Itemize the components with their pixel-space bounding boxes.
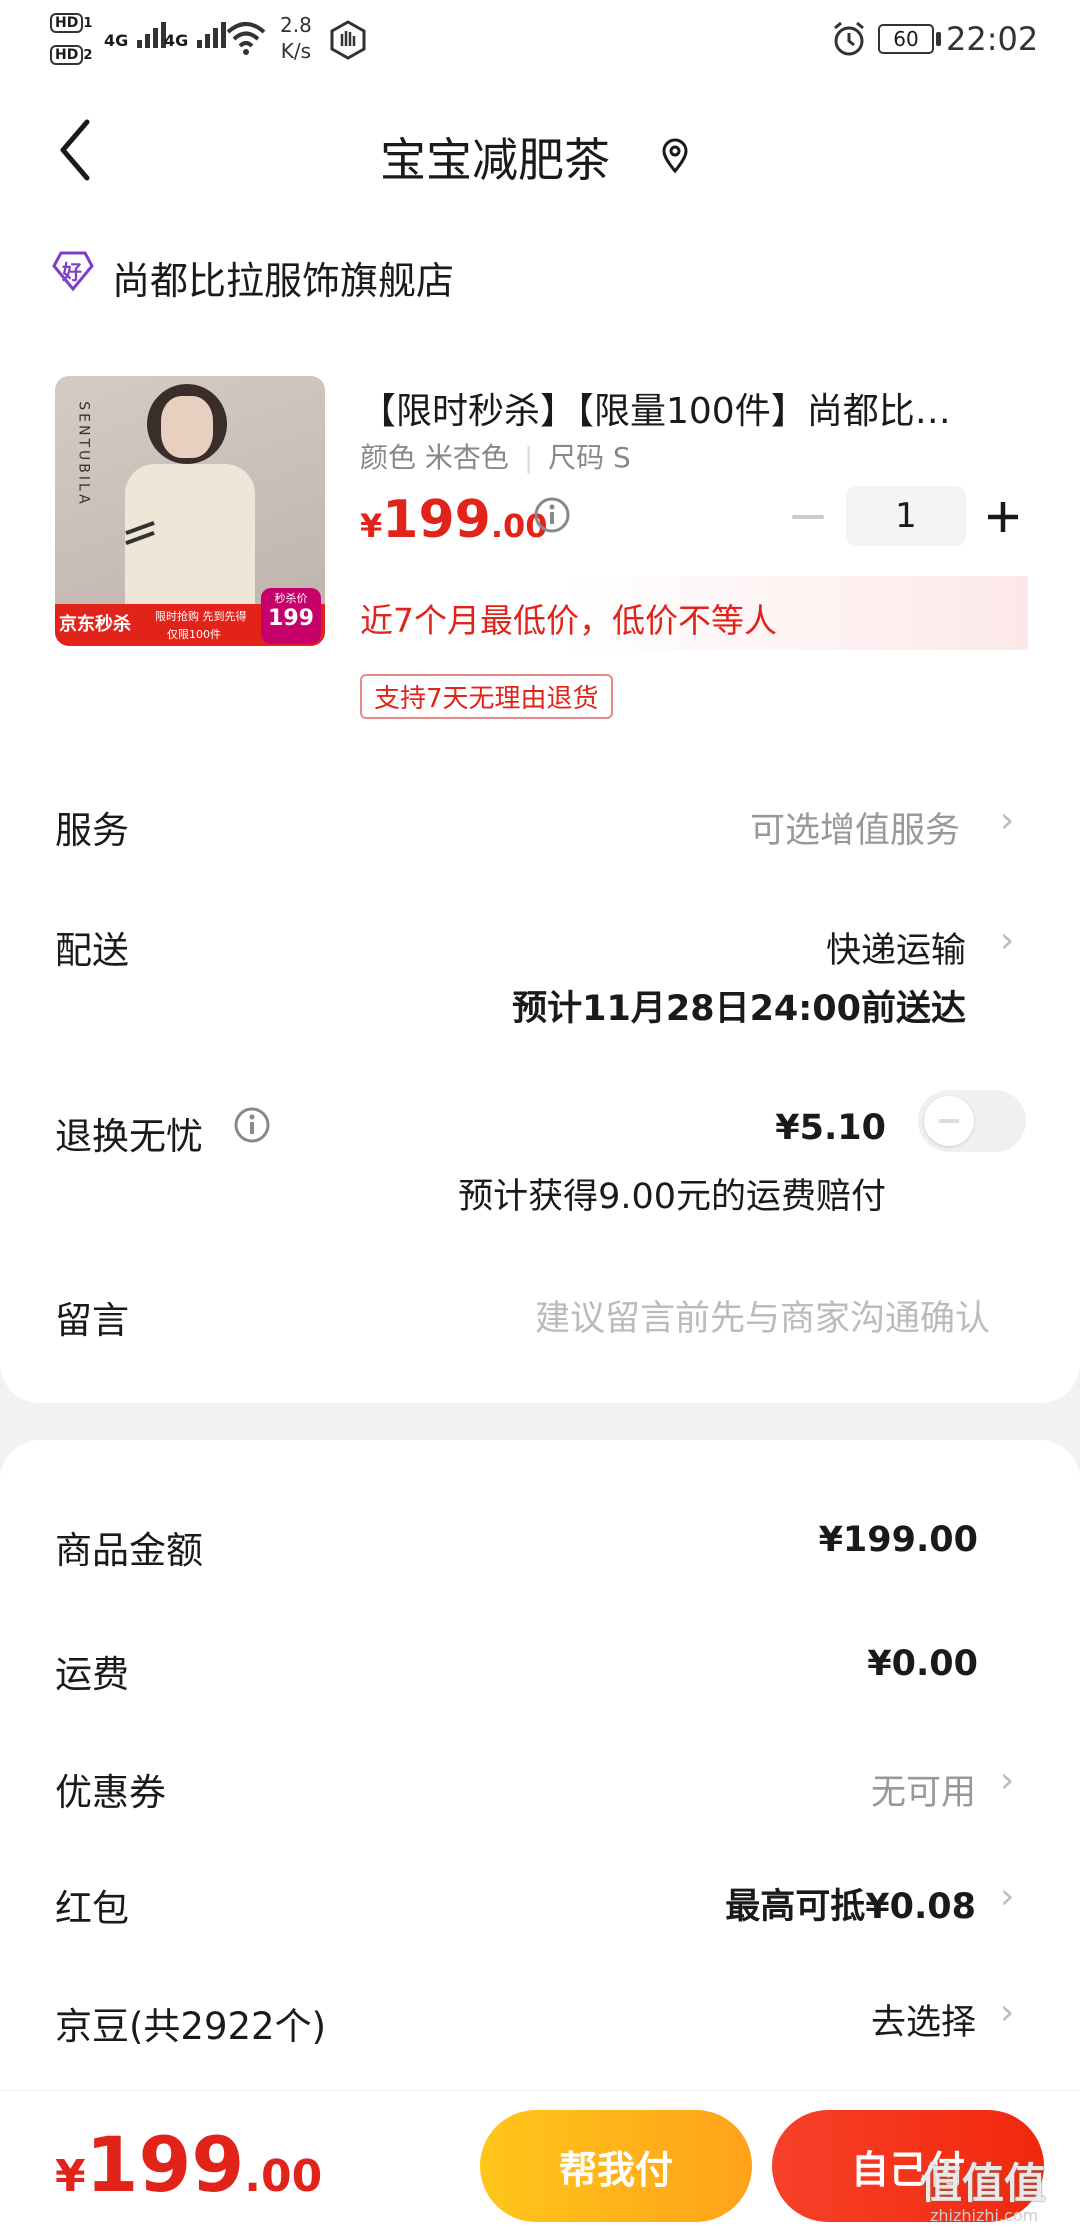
worry-free-toggle[interactable] bbox=[918, 1090, 1026, 1152]
delivery-eta: 预计11月28日24:00前送达 bbox=[512, 989, 966, 1029]
back-button[interactable] bbox=[55, 118, 95, 186]
image-tag: 京东秒杀 bbox=[59, 614, 131, 635]
signal-2-icon: 4G bbox=[164, 16, 233, 50]
product-title[interactable]: 【限时秒杀】【限量100件】尚都比… bbox=[360, 382, 1020, 434]
delivery-value[interactable]: 快递运输 bbox=[826, 922, 966, 973]
redpacket-label: 红包 bbox=[55, 1887, 129, 1930]
price-info-icon[interactable] bbox=[533, 496, 571, 538]
plus-icon bbox=[988, 502, 1018, 532]
image-brand: SENTUBILA bbox=[75, 401, 92, 507]
hand-icon bbox=[328, 20, 368, 64]
service-chevron-icon[interactable]: › bbox=[1000, 800, 1014, 841]
battery-icon: 60 bbox=[878, 24, 934, 54]
signal-1-icon: 4G bbox=[104, 16, 173, 50]
product-spec: 颜色 米杏色 | 尺码 S bbox=[360, 441, 631, 474]
help-pay-button[interactable]: 帮我付 bbox=[480, 2110, 752, 2222]
message-input[interactable]: 建议留言前先与商家沟通确认 bbox=[535, 1290, 990, 1341]
battery-tip bbox=[936, 32, 941, 46]
product-image[interactable]: SENTUBILA 京东秒杀 限时抢购 先到先得 仅限100件 秒杀价 199 bbox=[55, 376, 325, 646]
model-face bbox=[161, 396, 213, 458]
alarm-icon bbox=[830, 20, 868, 62]
spec-size: 尺码 S bbox=[548, 441, 631, 474]
redpacket-chevron-icon[interactable]: › bbox=[1000, 1876, 1014, 1917]
wifi-icon bbox=[226, 20, 266, 60]
goods-amount-label: 商品金额 bbox=[55, 1529, 203, 1572]
store-name[interactable]: 尚都比拉服饰旗舰店 bbox=[112, 250, 454, 305]
net-speed: 2.8 K/s bbox=[280, 13, 312, 63]
status-bar: HD 1 HD 2 4G 4G 2.8 K/s 60 22:02 bbox=[0, 0, 1080, 78]
hd-1-icon: HD 1 bbox=[50, 12, 92, 33]
help-pay-label: 帮我付 bbox=[558, 2147, 673, 2192]
hd-2-icon: HD 2 bbox=[50, 44, 92, 65]
message-label: 留言 bbox=[55, 1299, 129, 1342]
redpacket-value[interactable]: 最高可抵¥0.08 bbox=[725, 1878, 976, 1929]
worry-free-price: ¥5.10 bbox=[775, 1108, 886, 1148]
worry-free-info-icon[interactable] bbox=[233, 1106, 271, 1148]
jingdou-chevron-icon[interactable]: › bbox=[1000, 1992, 1014, 2033]
low-price-note: 近7个月最低价，低价不等人 bbox=[360, 601, 777, 640]
service-label: 服务 bbox=[55, 809, 129, 852]
delivery-label: 配送 bbox=[55, 929, 129, 972]
product-price: ¥199.00 bbox=[360, 490, 548, 550]
jingdou-value[interactable]: 去选择 bbox=[871, 1994, 976, 2045]
toggle-knob bbox=[924, 1096, 974, 1146]
back-arrow-icon bbox=[60, 119, 90, 181]
toggle-off-mark bbox=[939, 1119, 959, 1123]
worry-free-label: 退换无忧 bbox=[55, 1115, 203, 1158]
spec-color: 颜色 米杏色 bbox=[360, 441, 509, 474]
quantity-input[interactable]: 1 bbox=[846, 486, 966, 546]
worry-free-note: 预计获得9.00元的运费赔付 bbox=[458, 1177, 886, 1217]
coupon-chevron-icon[interactable]: › bbox=[1000, 1760, 1014, 1801]
quantity-plus-button[interactable] bbox=[986, 500, 1020, 534]
watermark-url: zhizhizhi.com bbox=[930, 2206, 1039, 2225]
image-limit: 仅限100件 bbox=[167, 628, 221, 641]
watermark-logo: 值值值 bbox=[920, 2159, 1047, 2208]
shipping-label: 运费 bbox=[55, 1653, 129, 1696]
shipping-value: ¥0.00 bbox=[867, 1644, 978, 1684]
minus-icon bbox=[792, 515, 824, 519]
image-promo: 限时抢购 先到先得 bbox=[155, 610, 247, 623]
store-badge-icon: 好 bbox=[52, 250, 94, 296]
quantity-minus-button[interactable] bbox=[790, 502, 826, 532]
service-value[interactable]: 可选增值服务 bbox=[750, 802, 960, 853]
delivery-chevron-icon[interactable]: › bbox=[1000, 920, 1014, 961]
coupon-label: 优惠券 bbox=[55, 1771, 166, 1814]
return-policy-tag: 支持7天无理由退货 bbox=[360, 674, 613, 719]
jingdou-label: 京豆(共2922个) bbox=[55, 2005, 327, 2048]
total-price: ¥199.00 bbox=[55, 2120, 323, 2209]
coupon-value[interactable]: 无可用 bbox=[871, 1764, 976, 1815]
page-title[interactable]: 宝宝减肥茶 bbox=[380, 124, 610, 190]
clock: 22:02 bbox=[946, 20, 1039, 58]
location-pin-icon[interactable] bbox=[660, 138, 690, 178]
goods-amount-value: ¥199.00 bbox=[818, 1520, 978, 1560]
image-price-badge: 秒杀价 199 bbox=[261, 588, 321, 644]
